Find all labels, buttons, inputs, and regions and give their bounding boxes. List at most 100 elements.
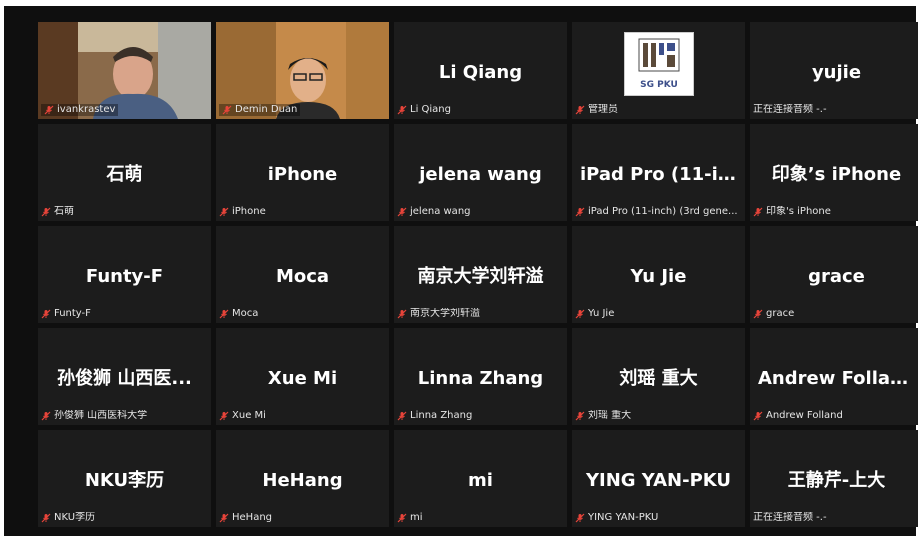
participant-name-label: mi	[397, 512, 423, 524]
participant-name-label: Moca	[219, 308, 258, 320]
participant-display-name: yujie	[811, 62, 862, 83]
participant-display-name: 石萌	[106, 164, 143, 185]
muted-mic-icon	[575, 309, 585, 319]
muted-mic-icon	[575, 411, 585, 421]
participant-display-name: Li Qiang	[438, 62, 523, 83]
participant-name-label: 石萌	[41, 206, 74, 218]
participant-display-name: 刘瑶 重大	[619, 368, 698, 389]
participant-tile[interactable]: Demin Duan	[216, 22, 389, 119]
muted-mic-icon	[41, 513, 51, 523]
participant-tile[interactable]: iPhone iPhone	[216, 124, 389, 221]
participant-tile[interactable]: iPad Pro (11-inc... iPad Pro (11-inch) (3…	[572, 124, 745, 221]
participant-name-label: 孙俊狮 山西医科大学	[41, 410, 147, 422]
muted-mic-icon	[753, 309, 763, 319]
participant-display-name: iPad Pro (11-inc...	[580, 164, 745, 185]
participant-display-name: Yu Jie	[630, 266, 687, 287]
participant-name-label: Andrew Folland	[753, 410, 843, 422]
muted-mic-icon	[219, 309, 229, 319]
muted-mic-icon	[397, 411, 407, 421]
participant-name-label: HeHang	[219, 512, 272, 524]
participant-display-name: YING YAN-PKU	[585, 470, 732, 491]
participant-name-text: 刘瑶 重大	[588, 410, 632, 421]
participant-display-name: jelena wang	[419, 164, 542, 185]
participant-name-text: iPad Pro (11-inch) (3rd gene...	[588, 206, 738, 217]
participant-display-name: Andrew Folland	[758, 368, 916, 389]
participant-name-text: Moca	[232, 308, 259, 319]
participant-tile[interactable]: SG PKU 管理员	[572, 22, 745, 119]
participant-tile[interactable]: 刘瑶 重大 刘瑶 重大	[572, 328, 745, 425]
participant-display-name: 印象’s iPhone	[771, 164, 902, 185]
gallery-view: ivankrastev Demin Duan Li Qiang Li Qiang SG …	[4, 6, 918, 536]
participant-tile[interactable]: Li Qiang Li Qiang	[394, 22, 567, 119]
participant-name-label: iPad Pro (11-inch) (3rd gene...	[575, 206, 738, 218]
participant-name-text: YING YAN-PKU	[588, 512, 659, 523]
participant-name-text: 印象's iPhone	[766, 206, 831, 217]
participant-display-name: Funty-F	[85, 266, 164, 287]
participant-tile[interactable]: NKU李历 NKU李历	[38, 430, 211, 527]
participant-name-label: 正在连接音频 -.-	[753, 104, 827, 116]
participant-tile[interactable]: Funty-F Funty-F	[38, 226, 211, 323]
participant-name-text: NKU李历	[54, 512, 96, 523]
participant-tile[interactable]: 王静芹-上大正在连接音频 -.-	[750, 430, 918, 527]
participant-tile[interactable]: Yu Jie Yu Jie	[572, 226, 745, 323]
muted-mic-icon	[41, 309, 51, 319]
participant-tile[interactable]: ivankrastev	[38, 22, 211, 119]
participant-tile[interactable]: yujie 正在连接音频 -.-	[750, 22, 918, 119]
participant-name-text: mi	[410, 512, 423, 523]
participant-name-label: grace	[753, 308, 794, 320]
participant-grid: ivankrastev Demin Duan Li Qiang Li Qiang SG …	[38, 22, 918, 527]
muted-mic-icon	[44, 105, 54, 115]
participant-name-label: 正在连接音频 -.-	[753, 512, 827, 524]
participant-name-text: Funty-F	[54, 308, 91, 319]
participant-name-label: YING YAN-PKU	[575, 512, 658, 524]
participant-name-label: ivankrastev	[41, 104, 119, 116]
participant-name-text: ivankrastev	[57, 104, 116, 115]
participant-tile[interactable]: HeHang HeHang	[216, 430, 389, 527]
sg-pku-logo: SG PKU	[624, 32, 694, 96]
participant-display-name: 王静芹-上大	[787, 470, 886, 491]
participant-name-text: jelena wang	[410, 206, 471, 217]
muted-mic-icon	[397, 105, 407, 115]
participant-tile[interactable]: YING YAN-PKU YING YAN-PKU	[572, 430, 745, 527]
participant-tile[interactable]: jelena wang jelena wang	[394, 124, 567, 221]
logo-text: SG PKU	[640, 80, 678, 90]
muted-mic-icon	[397, 207, 407, 217]
participant-tile[interactable]: 孙俊狮 山西医... 孙俊狮 山西医科大学	[38, 328, 211, 425]
participant-name-label: Xue Mi	[219, 410, 266, 422]
muted-mic-icon	[41, 411, 51, 421]
participant-tile[interactable]: 南京大学刘轩溢 南京大学刘轩溢	[394, 226, 567, 323]
participant-name-label: Yu Jie	[575, 308, 614, 320]
participant-tile[interactable]: 印象’s iPhone 印象's iPhone	[750, 124, 918, 221]
participant-display-name: Linna Zhang	[417, 368, 544, 389]
participant-tile[interactable]: mi mi	[394, 430, 567, 527]
participant-name-label: Li Qiang	[397, 104, 451, 116]
participant-tile[interactable]: Xue Mi Xue Mi	[216, 328, 389, 425]
muted-mic-icon	[575, 513, 585, 523]
participant-tile[interactable]: Moca Moca	[216, 226, 389, 323]
participant-name-text: 正在连接音频 -.-	[753, 104, 827, 115]
muted-mic-icon	[219, 513, 229, 523]
participant-display-name: NKU李历	[84, 470, 165, 491]
participant-tile[interactable]: grace grace	[750, 226, 918, 323]
participant-name-text: Li Qiang	[410, 104, 451, 115]
muted-mic-icon	[575, 207, 585, 217]
muted-mic-icon	[753, 207, 763, 217]
participant-name-label: jelena wang	[397, 206, 471, 218]
participant-name-label: Funty-F	[41, 308, 91, 320]
muted-mic-icon	[753, 411, 763, 421]
participant-tile[interactable]: Linna Zhang Linna Zhang	[394, 328, 567, 425]
participant-display-name: Moca	[275, 266, 330, 287]
muted-mic-icon	[222, 105, 232, 115]
participant-tile[interactable]: 石萌 石萌	[38, 124, 211, 221]
participant-name-text: 南京大学刘轩溢	[410, 308, 480, 319]
participant-name-text: Linna Zhang	[410, 410, 473, 421]
participant-display-name: 南京大学刘轩溢	[417, 266, 544, 287]
participant-name-text: 孙俊狮 山西医科大学	[54, 410, 148, 421]
participant-name-text: Demin Duan	[235, 104, 298, 115]
participant-name-label: Linna Zhang	[397, 410, 472, 422]
participant-name-label: 管理员	[575, 104, 618, 116]
participant-tile[interactable]: Andrew Folland Andrew Folland	[750, 328, 918, 425]
muted-mic-icon	[397, 309, 407, 319]
participant-name-text: Yu Jie	[588, 308, 615, 319]
participant-name-text: 正在连接音频 -.-	[753, 512, 827, 523]
